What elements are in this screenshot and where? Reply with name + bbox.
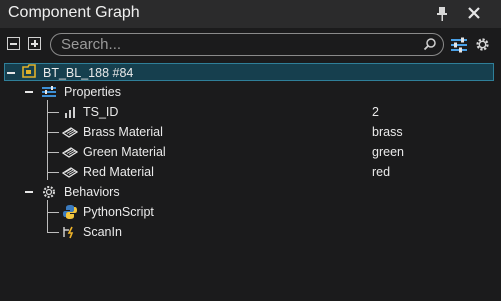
material-icon: [62, 167, 78, 178]
property-value: 2: [372, 105, 379, 119]
tree-item-property[interactable]: Green Material green: [0, 142, 501, 162]
signal-icon: [63, 226, 74, 239]
property-value: green: [372, 145, 404, 159]
tree-item-label: Brass Material: [83, 125, 163, 139]
expand-all-button[interactable]: [28, 37, 41, 50]
material-icon: [62, 147, 78, 158]
tree-item-label: Behaviors: [64, 185, 120, 199]
gear-icon[interactable]: [474, 36, 491, 53]
tree-item-label: ScanIn: [83, 225, 122, 239]
collapse-toggle[interactable]: [25, 191, 33, 193]
collapse-all-button[interactable]: [7, 37, 20, 50]
component-graph-panel: Component Graph Search... BT_BL_188 #84 …: [0, 0, 501, 301]
filter-settings-icon[interactable]: [450, 37, 468, 53]
tree-item-label: PythonScript: [83, 205, 154, 219]
tree-item-label: Green Material: [83, 145, 166, 159]
integer-icon: [65, 107, 75, 118]
tree-item-label: Red Material: [83, 165, 154, 179]
component-icon: [22, 64, 36, 78]
tree-item-label: TS_ID: [83, 105, 119, 119]
property-value: brass: [372, 125, 403, 139]
pin-icon[interactable]: [434, 5, 450, 23]
tree-item-behavior[interactable]: PythonScript: [0, 202, 501, 222]
property-value: red: [372, 165, 391, 179]
tree-item-root[interactable]: BT_BL_188 #84: [4, 63, 494, 81]
tree-item-label: Properties: [64, 85, 121, 99]
search-input[interactable]: [61, 35, 411, 54]
close-icon[interactable]: [466, 4, 482, 22]
properties-icon: [42, 86, 56, 97]
tree-item-properties[interactable]: Properties: [0, 82, 501, 102]
panel-title: Component Graph: [8, 4, 140, 21]
tree-item-property[interactable]: Red Material red: [0, 162, 501, 182]
tree-item-property[interactable]: TS_ID 2: [0, 102, 501, 122]
tree-item-behavior[interactable]: ScanIn: [0, 222, 501, 242]
title-bar: Component Graph: [0, 0, 501, 28]
collapse-toggle[interactable]: [25, 91, 33, 93]
search-box[interactable]: [50, 33, 444, 56]
collapse-toggle[interactable]: [7, 72, 15, 74]
tree-item-property[interactable]: Brass Material brass: [0, 122, 501, 142]
gear-icon: [43, 186, 55, 198]
component-tree: BT_BL_188 #84 Properties TS_ID 2 Brass M…: [0, 62, 501, 301]
material-icon: [62, 127, 78, 138]
search-icon[interactable]: [423, 37, 437, 51]
tree-item-label: BT_BL_188 #84: [43, 66, 134, 80]
tree-item-behaviors[interactable]: Behaviors: [0, 182, 501, 202]
python-icon: [63, 205, 77, 219]
